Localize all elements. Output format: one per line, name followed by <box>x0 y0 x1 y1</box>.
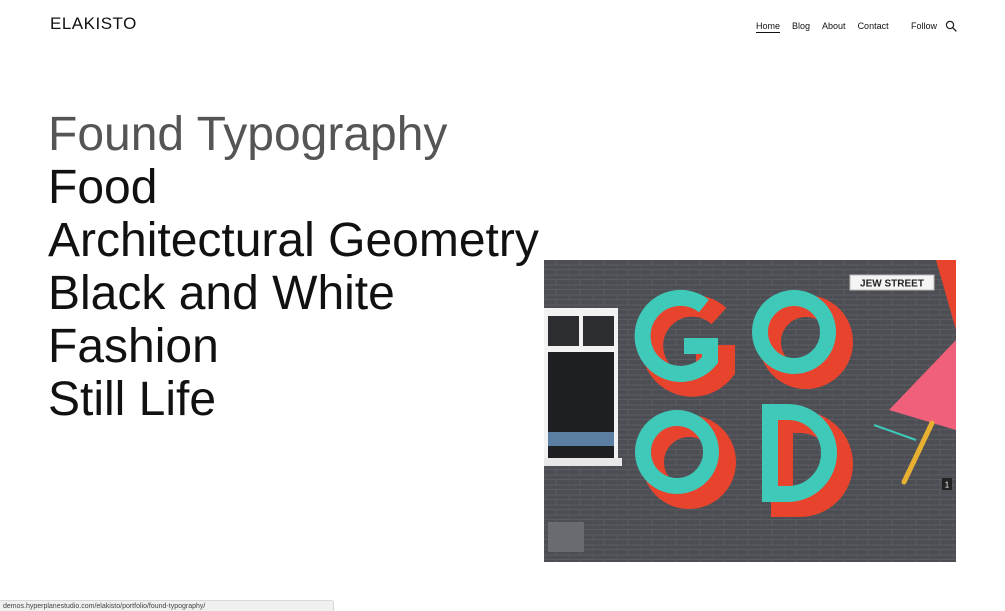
window <box>544 308 622 466</box>
nav-blog[interactable]: Blog <box>792 21 810 33</box>
nav-contact[interactable]: Contact <box>858 21 889 33</box>
browser-status-bar: demos.hyperplanestudio.com/elakisto/port… <box>0 600 334 611</box>
search-icon[interactable] <box>945 20 957 32</box>
wall-vent <box>548 522 584 552</box>
page: ELAKISTO Home Blog About Contact Follow … <box>0 0 1005 611</box>
nav-about[interactable]: About <box>822 21 846 33</box>
portfolio-item-found-typography[interactable]: Found Typography <box>48 108 539 161</box>
portfolio-item-food[interactable]: Food <box>48 161 539 214</box>
portfolio-item-architectural-geometry[interactable]: Architectural Geometry <box>48 214 539 267</box>
nav-home[interactable]: Home <box>756 21 781 33</box>
portfolio-item-still-life[interactable]: Still Life <box>48 373 539 426</box>
street-sign-text: JEW STREET <box>860 279 924 290</box>
featured-image[interactable]: JEW STREET 1 <box>544 260 956 562</box>
door-number: 1 <box>945 481 950 490</box>
street-sign: JEW STREET <box>849 274 935 291</box>
site-logo[interactable]: ELAKISTO <box>50 14 137 34</box>
portfolio-item-black-and-white[interactable]: Black and White <box>48 267 539 320</box>
main-nav: Home Blog About Contact <box>756 21 889 33</box>
portfolio-list: Found Typography Food Architectural Geom… <box>48 108 539 426</box>
follow-link[interactable]: Follow <box>911 21 937 31</box>
good-mural-illustration: JEW STREET 1 <box>544 260 956 562</box>
portfolio-item-fashion[interactable]: Fashion <box>48 320 539 373</box>
